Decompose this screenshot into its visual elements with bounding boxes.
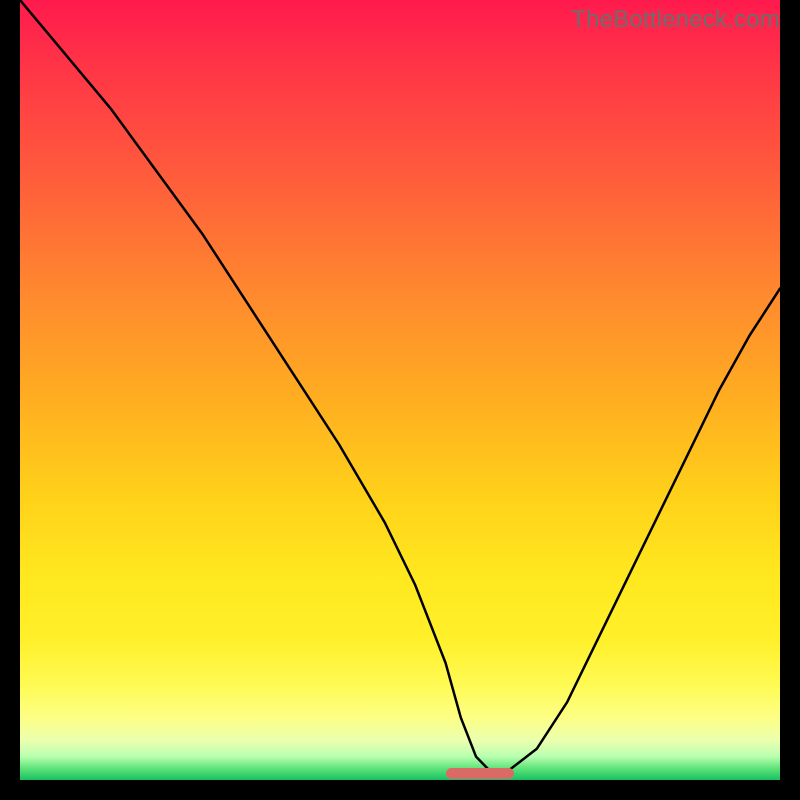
plot-area — [20, 0, 780, 780]
chart-canvas: TheBottleneck.com — [0, 0, 800, 800]
optimal-range-marker — [446, 768, 514, 779]
bottleneck-curve-path — [20, 0, 780, 772]
watermark-text: TheBottleneck.com — [571, 6, 780, 34]
bottleneck-curve — [20, 0, 780, 780]
